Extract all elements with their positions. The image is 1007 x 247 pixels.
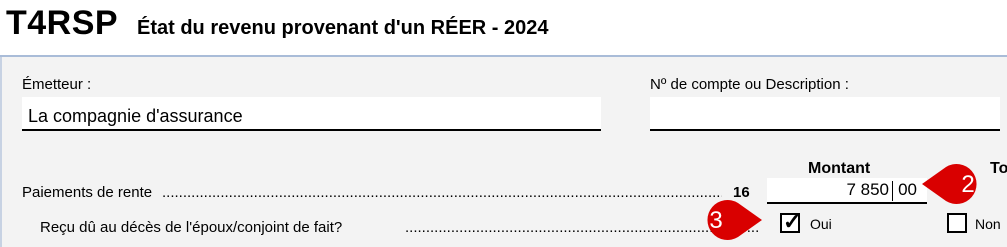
yes-label: Oui — [810, 216, 832, 232]
form-code: T4RSP — [6, 4, 119, 42]
cents-separator — [892, 181, 893, 201]
callout-number: 2 — [961, 171, 975, 198]
no-checkbox[interactable] — [947, 213, 967, 233]
yes-checkbox[interactable]: ✓ — [780, 209, 801, 234]
annuity-amount-field[interactable]: 7 850 00 — [767, 178, 927, 204]
amount-cents: 00 — [898, 180, 917, 199]
callout-number: 3 — [709, 207, 723, 234]
account-label: Nº de compte ou Description : — [650, 76, 849, 93]
annuity-payments-label: Paiements de rente — [22, 184, 153, 201]
checkmark-icon: ✓ — [783, 209, 802, 234]
form-header: T4RSP État du revenu provenant d'un RÉER… — [0, 0, 1007, 56]
amount-dollars: 7 850 — [846, 180, 889, 199]
no-label: Non — [975, 216, 1001, 232]
account-input[interactable] — [650, 97, 1000, 131]
spouse-death-question: Reçu dû au décès de l'époux/conjoint de … — [40, 219, 343, 236]
amount-column-header: Montant — [808, 160, 871, 177]
leader-dots: ........................................… — [162, 184, 722, 201]
callout-badge-2: 2 — [922, 163, 978, 205]
form-title: État du revenu provenant d'un RÉER - 202… — [137, 17, 549, 39]
issuer-label: Émetteur : — [22, 76, 92, 93]
issuer-input[interactable] — [22, 97, 601, 131]
panel-left-border — [0, 57, 2, 247]
callout-badge-3: 3 — [684, 198, 762, 240]
